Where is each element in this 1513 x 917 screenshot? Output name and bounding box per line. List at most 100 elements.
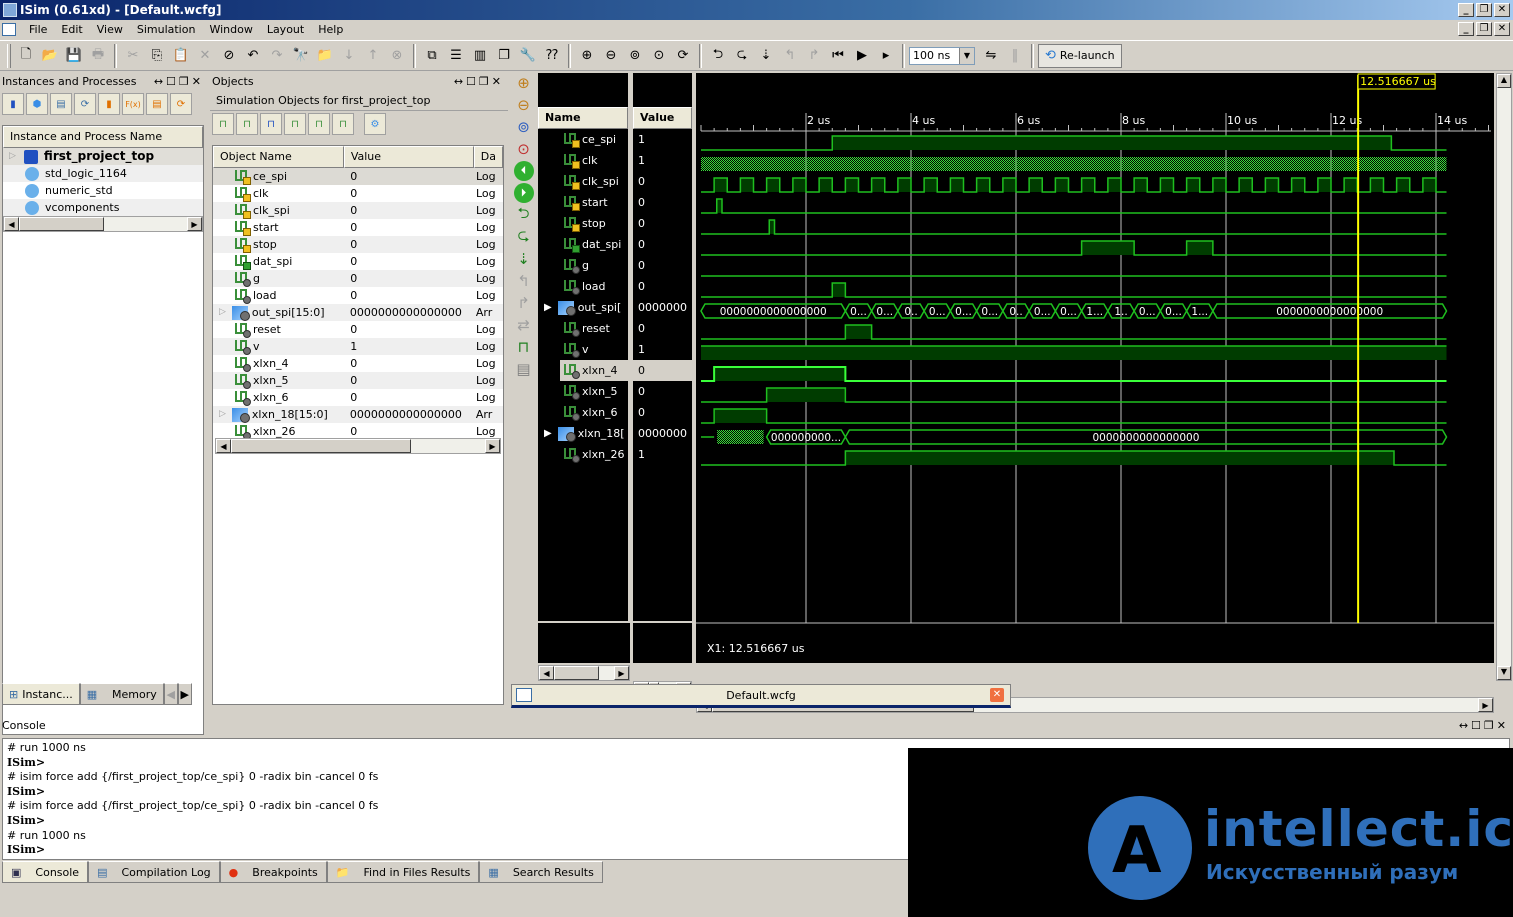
tab-hierarchy[interactable]: ⊞ Instanc... <box>2 683 80 705</box>
settings-wrench-icon[interactable]: 🔧 <box>517 45 539 67</box>
menu-window[interactable]: Window <box>202 23 259 36</box>
step-back-icon[interactable]: ↰ <box>779 45 801 67</box>
zoom-fit-icon[interactable]: ⊚ <box>624 45 646 67</box>
document-icon[interactable]: ▤ <box>50 93 72 115</box>
arrow-down-icon[interactable]: ↓ <box>338 45 360 67</box>
doc-restore-button[interactable]: ❐ <box>1476 22 1492 36</box>
run-all-icon[interactable]: ⮎ <box>731 45 753 67</box>
next-transition-icon[interactable]: ⏵ <box>513 183 534 203</box>
wave-signal-row[interactable]: ce_spi <box>538 129 628 150</box>
tile-horizontal-icon[interactable]: ☰ <box>445 45 467 67</box>
pause-icon[interactable]: ‖ <box>1004 45 1026 67</box>
restore-button[interactable]: ❐ <box>1476 3 1492 17</box>
source-icon[interactable]: ▤ <box>146 93 168 115</box>
paste-icon[interactable]: 📋 <box>170 45 192 67</box>
process-icon[interactable]: ▮ <box>98 93 120 115</box>
object-row[interactable]: ce_spi 0 Log <box>213 168 503 185</box>
close-tab-icon[interactable]: ✕ <box>990 688 1004 702</box>
filter-internal-icon[interactable]: ⊓ <box>284 113 306 135</box>
restart-sim-icon[interactable]: ⏮ <box>827 45 849 67</box>
instance-item[interactable]: numeric_std <box>3 182 203 199</box>
panel-controls[interactable]: ↔☐❐✕ <box>154 73 204 91</box>
instance-item[interactable]: ▷ first_project_top <box>3 148 203 165</box>
restore-windows-icon[interactable]: ❐ <box>493 45 515 67</box>
wave-value-header[interactable]: Value <box>633 107 692 129</box>
undo-icon[interactable]: ↶ <box>242 45 264 67</box>
signal-icon[interactable]: ⊓ <box>513 337 535 357</box>
expand-arrow-icon[interactable]: ▶ <box>544 302 552 313</box>
reload-icon[interactable]: ⟳ <box>170 93 192 115</box>
wave-signal-row[interactable]: clk <box>538 150 628 171</box>
arrow-up-icon[interactable]: ↑ <box>362 45 384 67</box>
zoom-cursor-icon[interactable]: ⊙ <box>513 139 535 159</box>
wave-signal-row[interactable]: clk_spi <box>538 171 628 192</box>
step-back-icon[interactable]: ↰ <box>513 271 535 291</box>
expand-arrow-icon[interactable]: ▷ <box>219 304 226 321</box>
tab-search-results[interactable]: ▦ Search Results <box>479 861 603 883</box>
instances-hscroll[interactable]: ◀ ▶ <box>3 216 203 232</box>
cascade-icon[interactable]: ⧉ <box>421 45 443 67</box>
expand-arrow-icon[interactable]: ▶ <box>544 428 552 439</box>
package-icon[interactable]: ⬢ <box>26 93 48 115</box>
object-row[interactable]: clk_spi 0 Log <box>213 202 503 219</box>
doc-close-button[interactable]: ✕ <box>1494 22 1510 36</box>
zoom-fit-icon[interactable]: ⊚ <box>513 117 535 137</box>
wave-signal-row[interactable]: g <box>538 255 628 276</box>
scroll-down-icon[interactable]: ▼ <box>1497 666 1511 680</box>
wave-signal-row[interactable]: xlxn_4 <box>560 360 628 381</box>
minimize-button[interactable]: _ <box>1458 3 1474 17</box>
prev-transition-icon[interactable]: ⏴ <box>513 161 534 181</box>
menu-view[interactable]: View <box>90 23 130 36</box>
object-row[interactable]: ▷ out_spi[15:0] 0000000000000000 Arr <box>213 304 503 321</box>
tab-compilation-log[interactable]: ▤ Compilation Log <box>88 861 220 883</box>
chip-icon[interactable]: ▮ <box>2 93 24 115</box>
wave-name-header[interactable]: Name <box>538 107 628 129</box>
zoom-in-icon[interactable]: ⊕ <box>576 45 598 67</box>
object-row[interactable]: load 0 Log <box>213 287 503 304</box>
object-row[interactable]: v 1 Log <box>213 338 503 355</box>
object-row[interactable]: reset 0 Log <box>213 321 503 338</box>
col-object-name[interactable]: Object Name <box>213 146 344 168</box>
filter-inouts-icon[interactable]: ⊓ <box>260 113 282 135</box>
menu-edit[interactable]: Edit <box>54 23 89 36</box>
step-icon[interactable]: ⇣ <box>513 249 535 269</box>
break-icon[interactable]: ⇋ <box>980 45 1002 67</box>
tile-vertical-icon[interactable]: ▥ <box>469 45 491 67</box>
tab-find-in-files-results[interactable]: 📁 Find in Files Results <box>326 861 480 883</box>
settings-icon[interactable]: ⚙ <box>364 113 386 135</box>
no-entry-icon[interactable]: ⊘ <box>218 45 240 67</box>
wave-signal-row[interactable]: xlxn_26 <box>538 444 628 465</box>
panel-controls[interactable]: ↔☐❐✕ <box>454 73 504 91</box>
zoom-in-icon[interactable]: ⊕ <box>513 73 535 93</box>
object-row[interactable]: start 0 Log <box>213 219 503 236</box>
doc-tab-default-wcfg[interactable]: Default.wcfg ✕ <box>511 684 1011 708</box>
swap-icon[interactable]: ⇄ <box>513 315 535 335</box>
delete-icon[interactable]: ✕ <box>194 45 216 67</box>
copy-icon[interactable]: ⎘ <box>146 45 168 67</box>
refresh-icon[interactable]: ⟳ <box>672 45 694 67</box>
filter-constants-icon[interactable]: ⊓ <box>308 113 330 135</box>
wave-signal-row[interactable]: stop <box>538 213 628 234</box>
object-row[interactable]: xlxn_4 0 Log <box>213 355 503 372</box>
object-row[interactable]: clk 0 Log <box>213 185 503 202</box>
tab-console[interactable]: ▣ Console <box>2 861 89 883</box>
menu-layout[interactable]: Layout <box>260 23 311 36</box>
zoom-out-icon[interactable]: ⊖ <box>513 95 535 115</box>
wave-signal-row[interactable]: xlxn_5 <box>538 381 628 402</box>
wave-signal-row[interactable]: reset <box>538 318 628 339</box>
col-value[interactable]: Value <box>343 146 474 168</box>
cut-icon[interactable]: ✂ <box>122 45 144 67</box>
object-row[interactable]: g 0 Log <box>213 270 503 287</box>
remove-marker-icon[interactable]: ⮎ <box>513 226 535 247</box>
expand-arrow-icon[interactable]: ▷ <box>9 148 16 165</box>
function-icon[interactable]: F(x) <box>122 93 144 115</box>
zoom-out-icon[interactable]: ⊖ <box>600 45 622 67</box>
panel-controls[interactable]: ↔☐❐✕ <box>1459 716 1509 736</box>
step-icon[interactable]: ⇣ <box>755 45 777 67</box>
waveform-area[interactable]: 2 us 4 us 6 us 8 us 10 us 12 us 14 us 000000000… <box>696 73 1494 663</box>
instances-column-header[interactable]: Instance and Process Name <box>3 126 203 148</box>
step-over-icon[interactable]: ↱ <box>803 45 825 67</box>
object-row[interactable]: xlxn_6 0 Log <box>213 389 503 406</box>
wave-signal-row[interactable]: xlxn_6 <box>538 402 628 423</box>
find-icon[interactable]: 🔭 <box>290 45 312 67</box>
